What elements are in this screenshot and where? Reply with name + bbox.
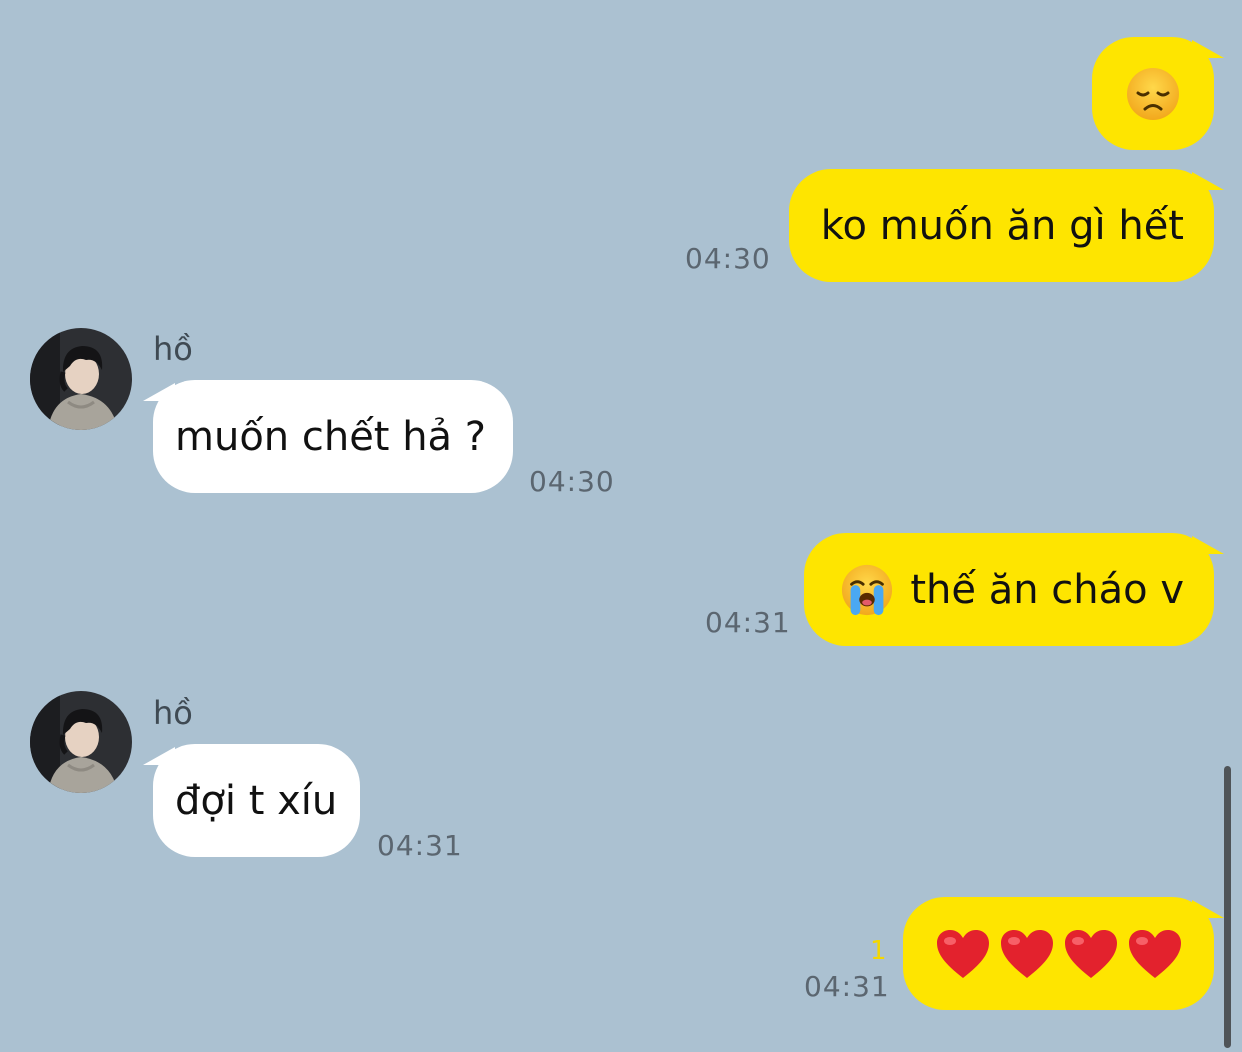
message-bubble-sent[interactable] [903,897,1214,1010]
disappointed-face-icon [1127,67,1179,120]
avatar-photo-icon [30,328,132,430]
red-heart-icon [1000,929,1053,978]
message-bubble-received[interactable]: muốn chết hả ? [153,380,513,493]
message-time: 04:30 [685,242,771,275]
avatar[interactable] [30,691,132,793]
message-bubble-sent[interactable]: thế ăn cháo v [804,533,1214,646]
sender-name: hồ [153,330,193,368]
message-time: 04:31 [804,970,890,1003]
message-time: 04:31 [705,606,791,639]
message-bubble-received[interactable]: đợi t xíu [153,744,360,857]
unread-count: 1 [870,936,887,966]
message-time: 04:31 [377,829,463,862]
red-heart-icon [1064,929,1117,978]
sender-name: hồ [153,694,193,732]
message-text: muốn chết hả ? [175,413,487,460]
message-text: đợi t xíu [175,777,338,824]
red-heart-icon [1128,929,1181,978]
avatar[interactable] [30,328,132,430]
avatar-photo-icon [30,691,132,793]
message-bubble-sent[interactable]: ko muốn ăn gì hết [789,169,1214,282]
message-time: 04:30 [529,465,615,498]
message-bubble-sent[interactable] [1092,37,1214,150]
loudly-crying-face-icon [842,564,893,615]
message-text: ko muốn ăn gì hết [820,202,1184,249]
chat-area[interactable]: ko muốn ăn gì hết 04:30 hồ muốn chết hả … [0,0,1242,1052]
scrollbar[interactable] [1224,766,1231,1048]
message-text: thế ăn cháo v [910,566,1184,613]
red-heart-icon [936,929,989,978]
